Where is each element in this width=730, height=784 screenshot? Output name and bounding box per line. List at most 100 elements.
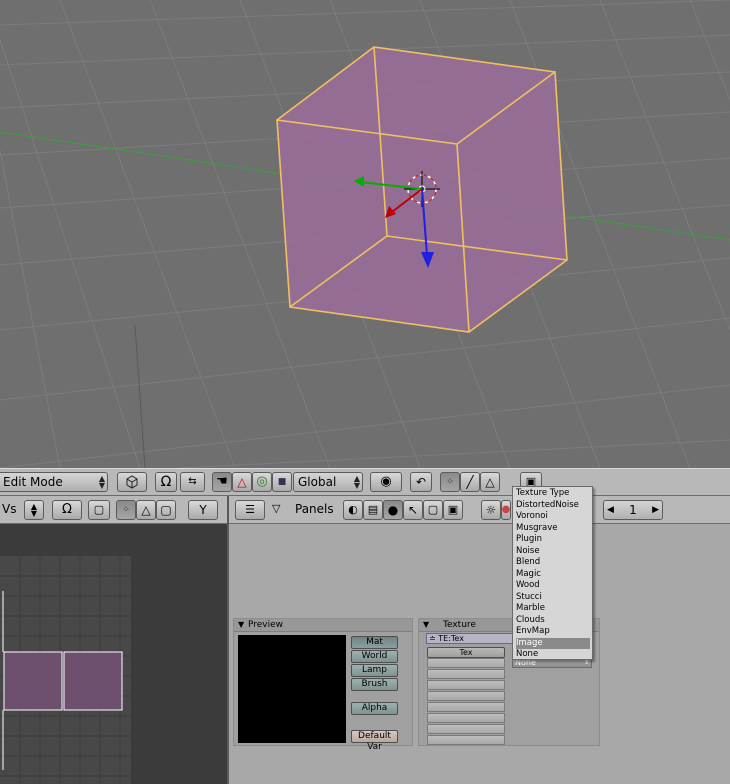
default-var-button[interactable]: Default Var [351,730,398,752]
uv-island-button[interactable]: ▢ [88,500,110,520]
menu-item-none[interactable]: None [516,649,590,660]
face-select-button[interactable]: △ [480,472,500,492]
uv-stitch-select[interactable]: Y [188,500,218,520]
uv-magnet-button[interactable]: Ω [52,500,82,520]
preview-panel-header[interactable]: ▼ Preview [234,619,412,632]
vertex-select-button[interactable]: ⁘ [440,472,460,492]
magnet-icon: Ω [160,474,172,490]
select-arrows-icon: ▲ ▼ [353,474,360,490]
preview-alpha-button[interactable]: Alpha [351,702,398,715]
script-context-button[interactable]: ▤ [363,500,383,520]
texture-channel-slot[interactable] [427,669,505,679]
uv-face-select-button[interactable]: △ [136,500,156,520]
menu-item-voronoi[interactable]: Voronoi [516,511,590,522]
menu-item-envmap[interactable]: EnvMap [516,626,590,637]
material-subcontext-button[interactable]: ● [501,500,511,520]
preview-lamp-button[interactable]: Lamp [351,664,398,677]
orientation-select[interactable]: Global ▲ ▼ [293,472,363,492]
logic-context-button[interactable]: ◐ [343,500,363,520]
menu-item-noise[interactable]: Noise [516,546,590,557]
texture-channel-slot[interactable] [427,735,505,745]
vertex-select-icon: ⁘ [122,505,130,515]
texture-channel-slot[interactable] [427,713,505,723]
island-icon: ▢ [93,503,105,516]
rotate-tool-button[interactable]: △ [232,472,252,492]
edge-select-icon: ╱ [466,475,474,489]
manipulator-toggle-button[interactable]: ■ [272,472,292,492]
magnet-icon: Ω [62,502,72,517]
script-icon: ▤ [367,503,379,516]
menu-item-musgrave[interactable]: Musgrave [516,523,590,534]
scene-context-button[interactable]: ▣ [443,500,463,520]
menu-item-wood[interactable]: Wood [516,580,590,591]
3d-viewport[interactable] [0,0,730,468]
magnet-button[interactable]: Ω [155,472,177,492]
uv-editor-header: Vs ▲ ▼ Ω ▢ ⁘ △ ▢ Y [0,496,227,524]
pivot-select[interactable]: ◉ [370,472,402,492]
select-arrows-icon: ▲ ▼ [98,474,105,490]
texture-channel-slot[interactable] [427,658,505,668]
arrows-icon: ⇆ [188,476,197,487]
window-type-select[interactable]: ☰ [235,500,265,520]
grab-tool-button[interactable]: ☚ [212,472,232,492]
uv-edge-select-button[interactable]: ▢ [156,500,176,520]
menu-item-plugin[interactable]: Plugin [516,534,590,545]
menu-item-magic[interactable]: Magic [516,569,590,580]
menu-item-marble[interactable]: Marble [516,603,590,614]
uv-header-label: Vs [2,502,17,516]
frame-number: 1 [629,503,637,517]
collapse-triangle-icon: ▼ [238,620,245,629]
face-select-icon: △ [141,503,151,517]
texture-channel-slot[interactable] [427,691,505,701]
shading-sphere-icon: ● [387,503,399,517]
mesh-select-button[interactable] [117,472,147,492]
shading-context-button[interactable]: ● [383,500,403,520]
rotate-icon: △ [237,475,247,489]
texture-name-value: TE:Tex [438,634,464,643]
menu-title: Texture Type [516,488,570,498]
hand-icon: ☚ [216,474,228,489]
preview-brush-button[interactable]: Brush [351,678,398,691]
object-icon: ↖ [407,503,419,517]
panels-label: Panels [295,502,334,516]
menu-item-blend[interactable]: Blend [516,557,590,568]
texture-name-field[interactable]: ≐ TE:Tex [426,633,514,644]
uv-sync-select[interactable]: ▲ ▼ [24,500,44,520]
viewport-scene [0,0,730,468]
scale-tool-button[interactable]: ◎ [252,472,272,492]
pivot-icon: ◉ [380,474,392,489]
uv-grid [0,556,131,784]
select-arrows-icon: ▲ ▼ [30,502,38,518]
frame-prev-icon: ◀ [607,505,614,515]
logic-icon: ◐ [348,503,358,516]
uv-vertex-select-button[interactable]: ⁘ [116,500,136,520]
edge-select-button[interactable]: ╱ [460,472,480,492]
proportional-edit-button[interactable]: ↶ [410,472,432,492]
buttons-window-icon: ☰ [245,503,255,516]
vertex-select-icon: ⁘ [446,477,454,487]
preview-mat-button[interactable]: Mat [351,636,398,649]
scene-icon: ▣ [447,503,459,516]
editing-context-button[interactable]: ▢ [423,500,443,520]
preview-world-button[interactable]: World [351,650,398,663]
menu-item-stucci[interactable]: Stucci [516,592,590,603]
texture-channel-tex[interactable]: Tex [427,647,505,658]
z-axis-line [134,324,146,468]
mode-select[interactable]: Edit Mode ▲ ▼ [0,472,108,492]
uv-editor[interactable] [0,496,227,784]
mode-label: Edit Mode [3,475,63,489]
menu-item-image[interactable]: Image [516,637,590,649]
menu-item-distortednoise[interactable]: DistortedNoise [516,500,590,511]
object-context-button[interactable]: ↖ [403,500,423,520]
texture-channel-slot[interactable] [427,702,505,712]
view-arrows-button[interactable]: ⇆ [180,472,205,492]
collapse-triangle-icon: ▼ [423,620,430,629]
texture-channel-slot[interactable] [427,680,505,690]
menu-item-clouds[interactable]: Clouds [516,615,590,626]
frame-number-field[interactable]: ◀ 1 ▶ [603,500,663,520]
material-icon: ● [501,504,511,515]
texture-panel-title: Texture [443,620,476,630]
texture-channel-slot[interactable] [427,724,505,734]
lamp-subcontext-button[interactable]: ☼ [481,500,501,520]
editing-icon: ▢ [427,503,439,516]
